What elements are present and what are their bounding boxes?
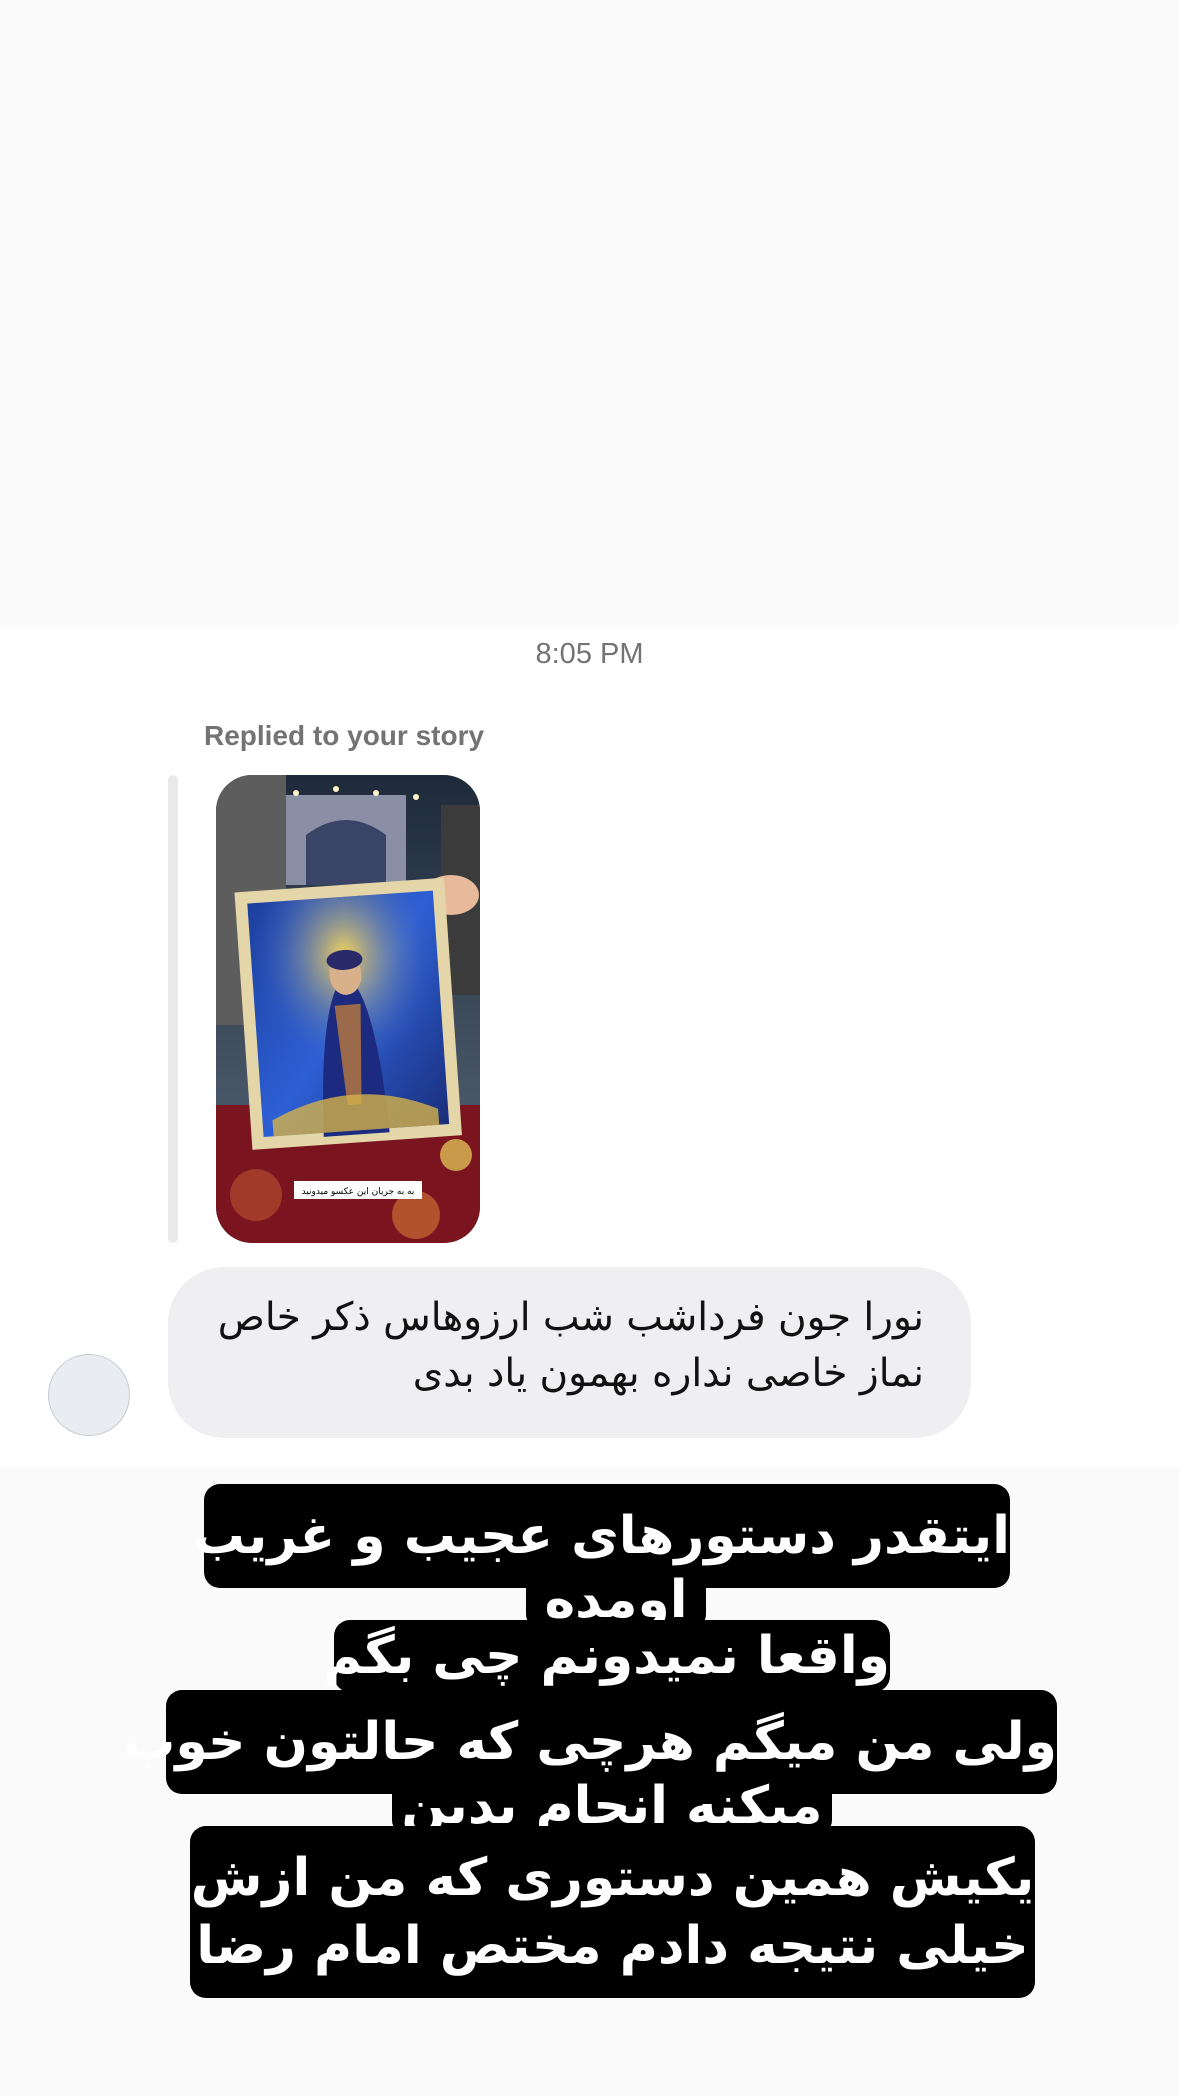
message-text: نورا جون فرداشب شب ارزوهاس ذکر خاص نماز … [217, 1295, 924, 1396]
sender-avatar[interactable] [48, 1354, 130, 1436]
story-thumbnail[interactable]: به به جریان این عکسو میدونید [216, 775, 480, 1243]
caption-line-3: واقعا نمیدونم چی بگم [324, 1620, 890, 1692]
story-background-top [0, 0, 1179, 625]
story-caption: به به جریان این عکسو میدونید [302, 1187, 415, 1197]
caption-line-6: یکیش همین دستوری که من ازش خیلی نتیجه دا… [190, 1826, 1035, 1998]
reply-quote-bar [168, 775, 178, 1243]
caption-line-7-text: خیلی نتیجه دادم مختص امام رضا [196, 1916, 1029, 1976]
message-timestamp: 8:05 PM [535, 638, 644, 670]
caption-line-6-text: یکیش همین دستوری که من ازش [190, 1848, 1035, 1908]
replied-to-story-label: Replied to your story [204, 720, 485, 751]
story-photo: به به جریان این عکسو میدونید [216, 775, 480, 1243]
